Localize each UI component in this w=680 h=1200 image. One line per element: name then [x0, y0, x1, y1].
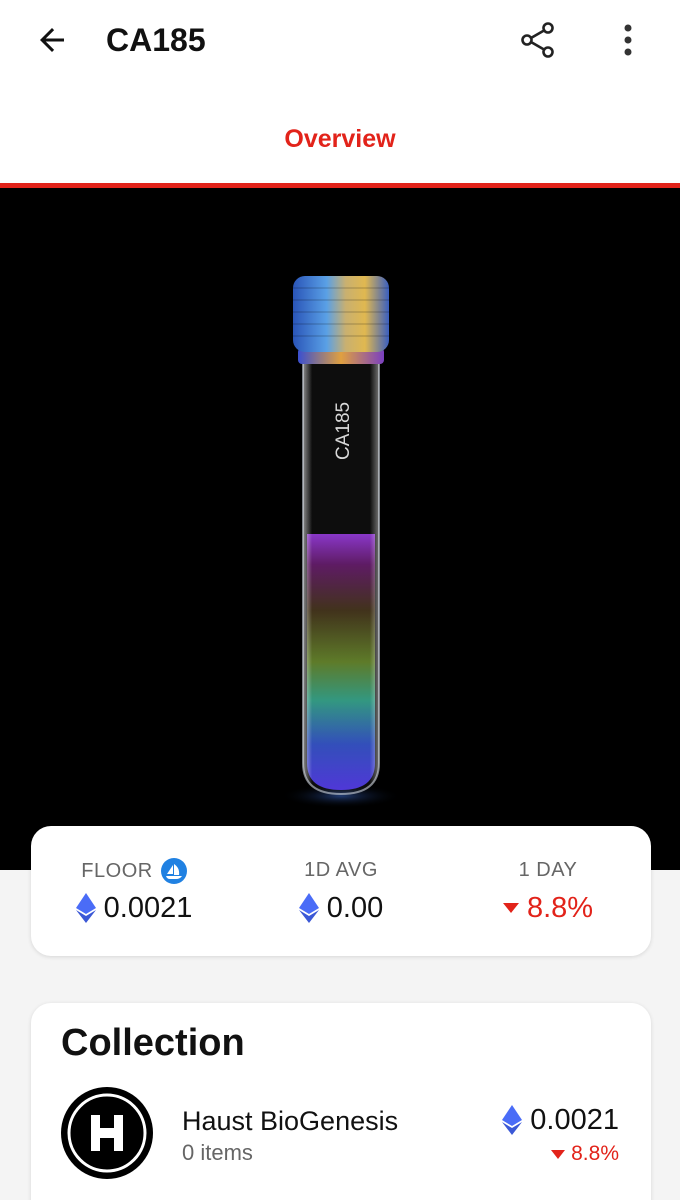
eth-icon — [502, 1105, 523, 1135]
collection-name: Haust BioGenesis — [182, 1106, 399, 1136]
collection-card: Collection Haust BioGenesis 0 items 0.00… — [31, 1003, 651, 1200]
tab-overview[interactable]: Overview — [0, 124, 680, 154]
page-title: CA185 — [106, 22, 206, 58]
top-app-bar: CA185 — [0, 0, 680, 80]
stat-1d-avg-value: 0.00 — [326, 892, 384, 924]
tube-label: CA185 — [333, 402, 354, 460]
collection-row[interactable]: Haust BioGenesis 0 items 0.0021 8.8% — [31, 1085, 651, 1185]
test-tube-illustration: CA185 — [281, 276, 401, 808]
haust-logo-icon — [67, 1093, 147, 1173]
stat-floor-label: FLOOR — [81, 860, 153, 882]
collection-price: 0.0021 — [530, 1104, 619, 1136]
stat-floor-value: 0.0021 — [103, 892, 193, 924]
stat-1-day-value: 8.8% — [526, 892, 594, 924]
share-button[interactable] — [514, 16, 562, 64]
arrow-left-icon — [40, 28, 64, 52]
nft-image: CA185 — [0, 188, 680, 870]
collection-heading: Collection — [61, 1022, 245, 1064]
eth-icon — [75, 893, 96, 923]
stat-1d-avg-label: 1D AVG — [304, 859, 378, 881]
down-triangle-icon — [502, 903, 519, 913]
eth-icon — [298, 893, 319, 923]
stats-card: FLOOR 0.0021 1D AVG 0.00 1 DAY 8.8% — [31, 826, 651, 956]
back-button[interactable] — [30, 18, 74, 62]
more-vertical-icon — [624, 24, 632, 56]
stat-1-day-label: 1 DAY — [518, 859, 578, 881]
collection-change: 8.8% — [571, 1142, 619, 1165]
opensea-icon — [160, 858, 187, 884]
collection-items: 0 items — [182, 1140, 253, 1165]
more-options-button[interactable] — [606, 16, 650, 64]
down-triangle-icon — [551, 1149, 566, 1159]
collection-avatar — [61, 1087, 153, 1179]
tab-bar: Overview — [0, 80, 680, 188]
share-icon — [521, 22, 554, 58]
